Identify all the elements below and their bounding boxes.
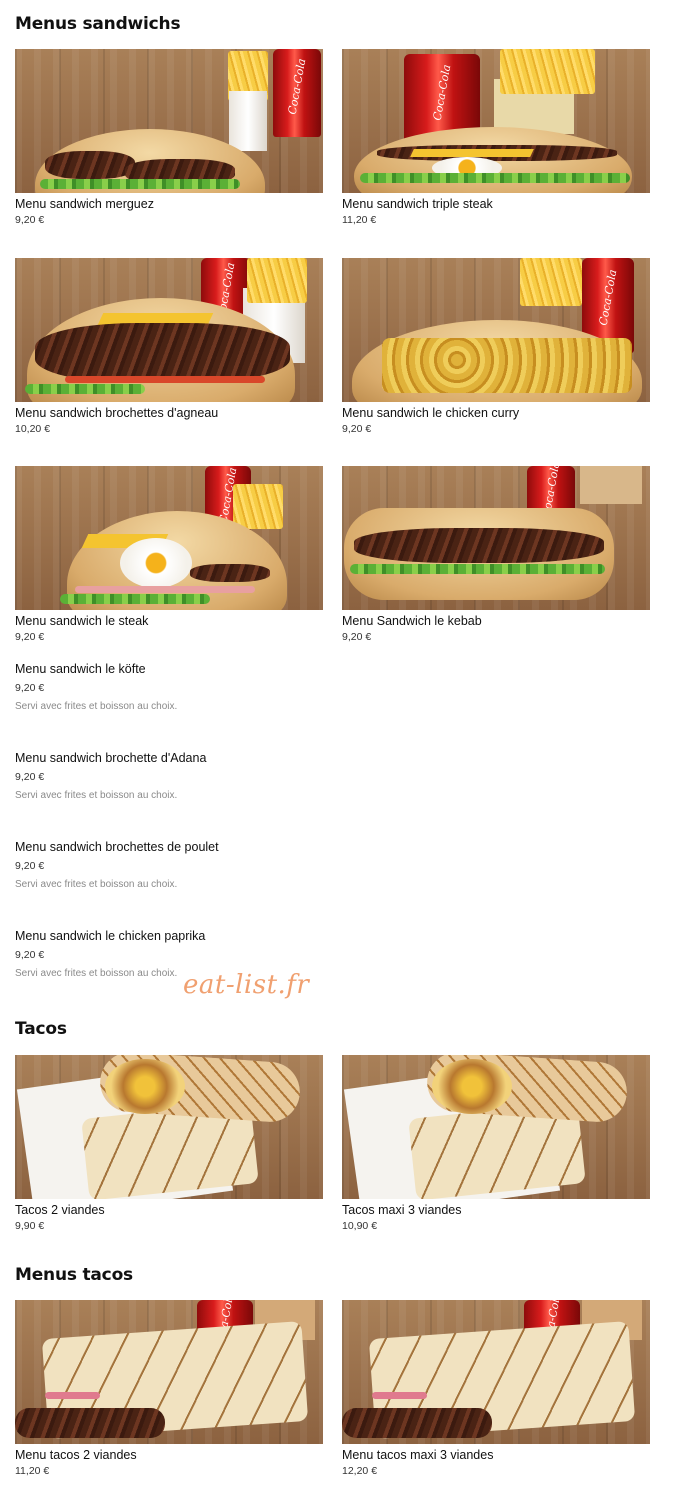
food-photo: Coca-Cola — [15, 466, 323, 610]
can-brand-label: Coca-Cola — [430, 63, 454, 121]
item-name: Menu sandwich triple steak — [342, 197, 493, 211]
can-brand-label: Coca-Cola — [285, 57, 309, 116]
item-name: Menu sandwich le steak — [15, 614, 149, 628]
item-price: 9,20 € — [15, 860, 45, 872]
menu-list-item[interactable]: Menu sandwich le köfte 9,20 € Servi avec… — [15, 662, 415, 712]
food-photo: Coca-Cola — [15, 49, 323, 193]
item-name: Menu sandwich le chicken paprika — [15, 929, 206, 943]
food-photo — [15, 1055, 323, 1199]
food-photo: Coca-Cola — [15, 258, 323, 402]
item-price: 9,20 € — [15, 771, 45, 783]
food-photo: Coca-Cola — [342, 466, 650, 610]
item-price: 9,90 € — [15, 1220, 45, 1232]
item-name: Menu sandwich le chicken curry — [342, 406, 520, 420]
item-name: Menu sandwich merguez — [15, 197, 154, 211]
item-price: 12,20 € — [342, 1465, 378, 1477]
section-title-menus-tacos: Menus tacos — [15, 1265, 133, 1285]
menu-list-item[interactable]: Menu sandwich brochettes de poulet 9,20 … — [15, 840, 415, 890]
item-price: 11,20 € — [342, 214, 377, 226]
item-description: Servi avec frites et boisson au choix. — [15, 701, 178, 712]
food-photo: Coca-Cola — [15, 1300, 323, 1444]
item-name: Menu sandwich brochette d'Adana — [15, 751, 207, 765]
menu-item-card[interactable]: Coca-Cola Menu sandwich triple steak 11,… — [342, 49, 650, 226]
item-price: 10,90 € — [342, 1220, 378, 1232]
food-photo: Coca-Cola — [342, 258, 650, 402]
section-title-menus-sandwichs: Menus sandwichs — [15, 14, 181, 34]
menu-item-card[interactable]: Tacos 2 viandes 9,90 € — [15, 1055, 323, 1232]
menu-item-card[interactable]: Coca-Cola Menu Sandwich le kebab 9,20 € — [342, 466, 650, 643]
item-price: 9,20 € — [342, 423, 372, 435]
food-photo: Coca-Cola — [342, 49, 650, 193]
menu-item-card[interactable]: Coca-Cola Menu tacos 2 viandes 11,20 € — [15, 1300, 323, 1477]
item-name: Tacos maxi 3 viandes — [342, 1203, 462, 1217]
item-price: 9,20 € — [15, 214, 45, 226]
menu-item-card[interactable]: Tacos maxi 3 viandes 10,90 € — [342, 1055, 650, 1232]
item-name: Menu sandwich le köfte — [15, 662, 146, 676]
item-price: 10,20 € — [15, 423, 51, 435]
item-name: Menu tacos 2 viandes — [15, 1448, 137, 1462]
section-title-tacos: Tacos — [15, 1019, 67, 1039]
menu-list-item[interactable]: Menu sandwich brochette d'Adana 9,20 € S… — [15, 751, 415, 801]
item-price: 11,20 € — [15, 1465, 50, 1477]
menu-item-card[interactable]: Coca-Cola Menu sandwich merguez 9,20 € — [15, 49, 323, 226]
food-photo: Coca-Cola — [342, 1300, 650, 1444]
food-photo — [342, 1055, 650, 1199]
item-name: Menu sandwich brochettes d'agneau — [15, 406, 219, 420]
item-description: Servi avec frites et boisson au choix. — [15, 790, 178, 801]
menu-item-card[interactable]: Coca-Cola Menu sandwich le steak 9,20 € — [15, 466, 323, 643]
menu-item-card[interactable]: Coca-Cola Menu sandwich brochettes d'agn… — [15, 258, 323, 435]
item-name: Menu sandwich brochettes de poulet — [15, 840, 219, 854]
watermark: eat-list.fr — [183, 970, 310, 1000]
menu-item-card[interactable]: Coca-Cola Menu sandwich le chicken curry… — [342, 258, 650, 435]
item-name: Tacos 2 viandes — [15, 1203, 105, 1217]
menu-item-card[interactable]: Coca-Cola Menu tacos maxi 3 viandes 12,2… — [342, 1300, 650, 1477]
item-price: 9,20 € — [15, 631, 45, 643]
item-name: Menu Sandwich le kebab — [342, 614, 482, 628]
item-price: 9,20 € — [15, 682, 45, 694]
item-price: 9,20 € — [15, 949, 45, 961]
item-description: Servi avec frites et boisson au choix. — [15, 879, 178, 890]
can-brand-label: Coca-Cola — [596, 268, 620, 327]
item-price: 9,20 € — [342, 631, 372, 643]
item-name: Menu tacos maxi 3 viandes — [342, 1448, 494, 1462]
